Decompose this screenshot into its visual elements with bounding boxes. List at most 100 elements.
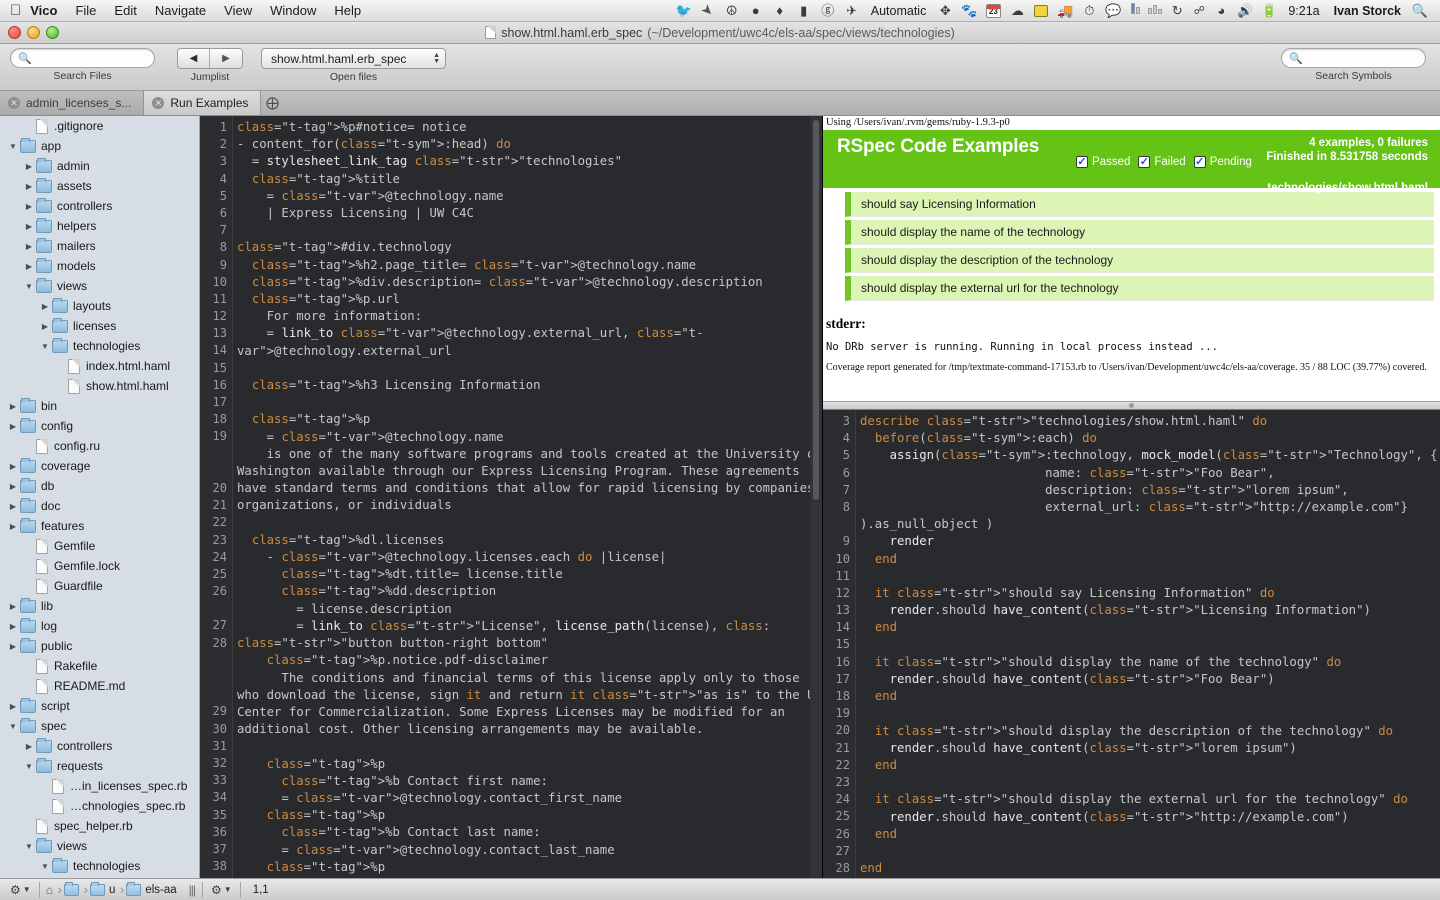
tree-item[interactable]: mailers xyxy=(0,236,199,256)
code-line[interactable]: class="t-tag">%dd.description xyxy=(237,583,822,600)
chevron-right-icon[interactable] xyxy=(22,262,36,271)
rspec-example-row[interactable]: should display the name of the technolog… xyxy=(845,220,1434,245)
tree-item[interactable]: controllers xyxy=(0,196,199,216)
checkbox-icon[interactable]: ✓ xyxy=(1076,156,1088,168)
tree-item[interactable]: public xyxy=(0,636,199,656)
circle-e-icon[interactable]: ⓖ xyxy=(816,0,840,22)
tree-item[interactable]: index.html.haml xyxy=(0,356,199,376)
tree-item[interactable]: config.ru xyxy=(0,436,199,456)
menu-window[interactable]: Window xyxy=(261,0,325,22)
speech-bubble-icon[interactable]: 💬 xyxy=(1101,0,1125,22)
gear-icon[interactable]: ⚙ ▼ xyxy=(205,883,238,897)
code-line[interactable]: = class="t-var">@technology.contact_last… xyxy=(237,842,822,859)
search-symbols-field[interactable]: 🔍 xyxy=(1281,48,1426,68)
code-line[interactable]: end xyxy=(860,826,1440,843)
memory-monitor-icon[interactable] xyxy=(1125,0,1145,22)
tree-item[interactable]: features xyxy=(0,516,199,536)
checkbox-icon[interactable]: ✓ xyxy=(1138,156,1151,168)
tree-item[interactable]: Rakefile xyxy=(0,656,199,676)
breadcrumb-folder-2[interactable]: u xyxy=(86,881,125,899)
code-line[interactable]: = link_to class="t-str">"License", licen… xyxy=(237,618,822,652)
code-line[interactable]: class="t-tag">%p xyxy=(237,411,822,428)
paw-icon[interactable]: 🐾 xyxy=(957,0,981,22)
filter-pending[interactable]: ✓ Pending xyxy=(1193,156,1252,168)
code-line[interactable]: = stylesheet_link_tag class="t-str">"tec… xyxy=(237,153,822,170)
new-tab-button[interactable]: ⨁ xyxy=(261,91,283,115)
yellow-box-icon[interactable] xyxy=(1029,0,1053,22)
twitter-icon[interactable]: 🐦 xyxy=(672,0,696,22)
code-line[interactable]: it class="t-str">"should display the ext… xyxy=(860,791,1440,808)
code-line[interactable]: = link_to class="t-var">@technology.exte… xyxy=(237,325,822,359)
apple-icon[interactable]:  xyxy=(10,3,21,18)
chevron-right-icon[interactable] xyxy=(6,622,20,631)
rspec-example-row[interactable]: should say Licensing Information xyxy=(845,192,1434,217)
tree-item[interactable]: lib xyxy=(0,596,199,616)
calendar-icon[interactable]: 23 xyxy=(981,0,1005,22)
code-line[interactable]: class="t-tag">%h3 Licensing Information xyxy=(237,377,822,394)
tree-item[interactable]: licenses xyxy=(0,316,199,336)
file-tree[interactable]: .gitignore app admin assets controllers helpe… xyxy=(0,116,200,878)
refresh-icon[interactable]: ↻ xyxy=(1165,0,1189,22)
tree-item[interactable]: views xyxy=(0,276,199,296)
spotlight-search-icon[interactable]: 🔍 xyxy=(1408,0,1432,22)
bowler-hat-icon[interactable]: ● xyxy=(744,0,768,22)
code-line[interactable] xyxy=(860,774,1440,791)
code-line[interactable]: end xyxy=(860,619,1440,636)
tree-item[interactable]: config xyxy=(0,416,199,436)
code-line[interactable]: class="t-tag">%h2.page_title= class="t-v… xyxy=(237,257,822,274)
code-line[interactable] xyxy=(860,568,1440,585)
code-line[interactable] xyxy=(860,705,1440,722)
menu-navigate[interactable]: Navigate xyxy=(146,0,215,22)
chevron-right-icon[interactable] xyxy=(6,642,20,651)
tree-item[interactable]: spec xyxy=(0,716,199,736)
code-line[interactable] xyxy=(860,843,1440,860)
code-line[interactable]: it class="t-str">"should display the des… xyxy=(860,723,1440,740)
tree-item[interactable]: spec_helper.rb xyxy=(0,816,199,836)
open-files-popup[interactable]: show.html.haml.erb_spec ▲ ▼ xyxy=(261,48,446,69)
code-line[interactable] xyxy=(237,394,822,411)
clock-icon[interactable]: ⏱ xyxy=(1077,0,1101,22)
tree-item[interactable]: README.md xyxy=(0,676,199,696)
location-arrow-icon[interactable]: ➤ xyxy=(696,0,720,22)
code-line[interactable]: end xyxy=(860,688,1440,705)
tree-item[interactable]: assets xyxy=(0,176,199,196)
code-line[interactable]: assign(class="t-sym">:technology, mock_m… xyxy=(860,447,1440,464)
tree-item[interactable]: Gemfile xyxy=(0,536,199,556)
code-content[interactable]: class="t-tag">%p#notice= notice - content… xyxy=(233,116,822,878)
gear-icon[interactable]: ⚙ ▼ xyxy=(4,883,37,897)
tree-item[interactable]: admin xyxy=(0,156,199,176)
chevron-down-icon[interactable] xyxy=(38,342,52,351)
tree-item[interactable]: views xyxy=(0,836,199,856)
automatic-status-label[interactable]: Automatic xyxy=(864,0,934,22)
menubar-username[interactable]: Ivan Storck xyxy=(1327,0,1408,22)
code-line[interactable] xyxy=(237,515,822,532)
code-line[interactable]: class="t-tag">%p.url xyxy=(237,291,822,308)
chevron-right-icon[interactable] xyxy=(38,302,52,311)
code-line[interactable]: class="t-tag">%div.description= class="t… xyxy=(237,274,822,291)
code-line[interactable]: class="t-tag">%dl.licenses xyxy=(237,532,822,549)
chevron-down-icon[interactable] xyxy=(22,282,36,291)
chevron-right-icon[interactable] xyxy=(22,202,36,211)
search-files-field[interactable]: 🔍 xyxy=(10,48,155,68)
editor-show-html-haml-erb-spec[interactable]: 3 4 5 6 7 8 9 10 11 12 13 14 15 16 17 18 19 20 21 22 23 24 25… xyxy=(823,410,1440,878)
breadcrumb-folder-3[interactable]: els-aa xyxy=(122,881,183,899)
jumplist-back-button[interactable]: ◀ xyxy=(178,49,210,68)
chevron-right-icon[interactable] xyxy=(38,322,52,331)
tree-item[interactable]: doc xyxy=(0,496,199,516)
chevron-down-icon[interactable] xyxy=(38,862,52,871)
chevron-right-icon[interactable] xyxy=(6,522,20,531)
rspec-example-row[interactable]: should display the external url for the … xyxy=(845,276,1434,301)
menu-view[interactable]: View xyxy=(215,0,261,22)
grip-icon[interactable]: ||| xyxy=(184,883,200,897)
code-line[interactable] xyxy=(237,738,822,755)
tree-item[interactable]: layouts xyxy=(0,296,199,316)
code-line[interactable]: class="t-tag">%p xyxy=(237,756,822,773)
chevron-right-icon[interactable] xyxy=(22,742,36,751)
code-line[interactable]: For more information: xyxy=(237,308,822,325)
cpu-monitor-icon[interactable] xyxy=(1145,0,1165,22)
close-icon[interactable]: ✕ xyxy=(152,97,165,109)
tree-item[interactable]: coverage xyxy=(0,456,199,476)
code-line[interactable]: it class="t-str">"should display the nam… xyxy=(860,654,1440,671)
menu-help[interactable]: Help xyxy=(325,0,370,22)
tree-item[interactable]: bin xyxy=(0,396,199,416)
